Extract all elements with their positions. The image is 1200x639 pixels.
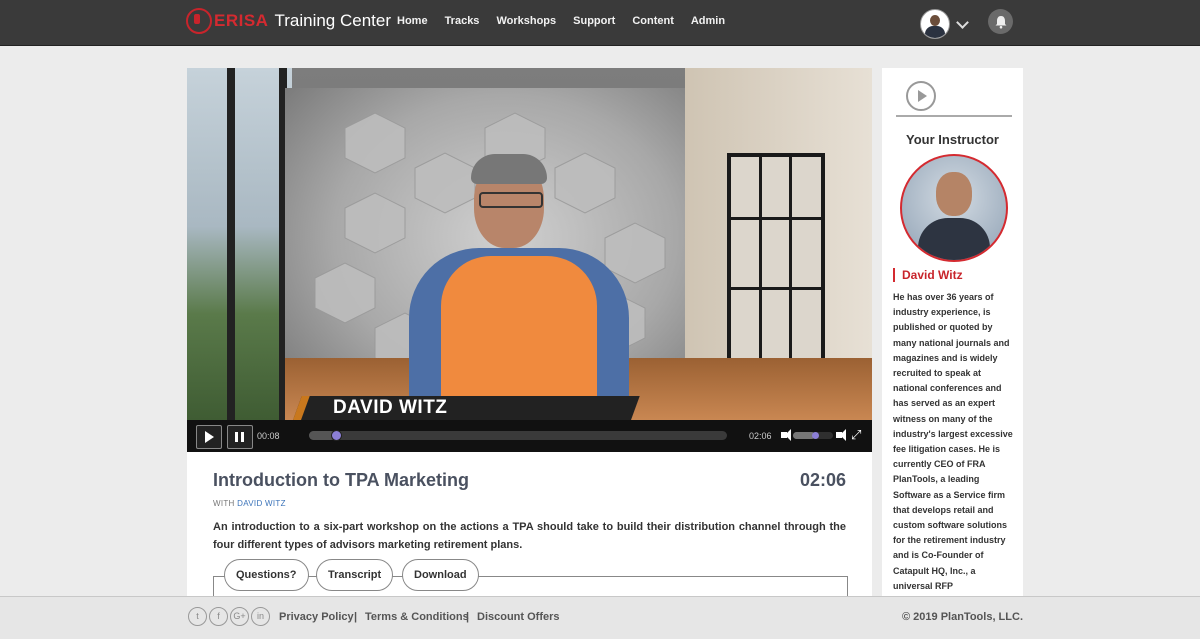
nav-home[interactable]: Home (397, 15, 428, 27)
tab-download[interactable]: Download (402, 559, 479, 591)
lesson-duration: 02:06 (799, 470, 846, 490)
current-time: 00:08 (257, 431, 280, 441)
instructor-name: David Witz (893, 268, 963, 282)
linkedin-icon[interactable]: in (251, 607, 270, 626)
fullscreen-icon[interactable]: ⤢ (851, 428, 863, 441)
seek-handle[interactable] (331, 430, 343, 441)
play-circle-icon[interactable] (906, 81, 936, 111)
footer: t f G+ in Privacy Policy | Terms & Condi… (0, 596, 1200, 639)
main-nav: Home Tracks Workshops Support Content Ad… (397, 15, 725, 27)
chevron-down-icon[interactable] (956, 15, 969, 29)
logo-brand: ERISA (214, 11, 269, 30)
user-menu[interactable] (920, 9, 969, 39)
byline-prefix: WITH (213, 499, 235, 508)
video-frame[interactable]: DAVID WITZ (187, 68, 872, 420)
lesson-title: Introduction to TPA Marketing (213, 470, 469, 490)
video-controls: 00:08 02:06 ⤢ (187, 420, 872, 452)
user-avatar[interactable] (920, 9, 950, 39)
sidebar-divider (896, 115, 1012, 117)
lesson-description: An introduction to a six-part workshop o… (213, 521, 846, 551)
scene-glass-doors (727, 153, 825, 371)
pause-button[interactable] (227, 425, 253, 449)
lesson-byline: WITH DAVID WITZ (213, 499, 286, 508)
tab-transcript[interactable]: Transcript (316, 559, 394, 591)
footer-separator: | (466, 611, 470, 623)
notification-bell-icon[interactable] (988, 9, 1013, 34)
video-player[interactable]: DAVID WITZ 00:08 02:06 ⤢ (187, 68, 872, 452)
top-navbar: ERISA Training Center Home Tracks Worksh… (0, 0, 1200, 46)
footer-separator: | (354, 611, 358, 623)
lower-third-name: DAVID WITZ (333, 397, 448, 418)
twitter-icon[interactable]: t (188, 607, 207, 626)
logo-mark-icon (186, 8, 212, 34)
facebook-icon[interactable]: f (209, 607, 228, 626)
play-button[interactable] (196, 425, 222, 449)
logo-text: Training Center (274, 11, 392, 30)
scene-window (187, 68, 292, 420)
instructor-link[interactable]: DAVID WITZ (237, 499, 286, 508)
nav-content[interactable]: Content (632, 15, 674, 27)
discount-offers-link[interactable]: Discount Offers (477, 611, 560, 623)
nav-workshops[interactable]: Workshops (496, 15, 556, 27)
volume-down-icon[interactable] (781, 429, 791, 441)
nav-admin[interactable]: Admin (691, 15, 725, 27)
presenter (399, 154, 639, 420)
privacy-policy-link[interactable]: Privacy Policy (279, 611, 354, 623)
sidebar-heading: Your Instructor (906, 132, 999, 147)
volume-handle[interactable] (812, 432, 819, 439)
seek-bar[interactable] (309, 430, 727, 441)
nav-tracks[interactable]: Tracks (445, 15, 480, 27)
lesson-details: Introduction to TPA Marketing 02:06 WITH… (187, 452, 872, 597)
googleplus-icon[interactable]: G+ (230, 607, 249, 626)
instructor-sidebar: Your Instructor David Witz He has over 3… (882, 68, 1023, 596)
copyright: © 2019 PlanTools, LLC. (902, 611, 1023, 623)
tab-questions[interactable]: Questions? (224, 559, 309, 591)
nav-support[interactable]: Support (573, 15, 615, 27)
instructor-bio: He has over 36 years of industry experie… (893, 292, 1013, 591)
volume-up-icon[interactable] (836, 429, 846, 441)
duration-time: 02:06 (749, 431, 772, 441)
terms-link[interactable]: Terms & Conditions (365, 611, 469, 623)
play-icon (205, 431, 214, 443)
erisa-logo[interactable]: ERISA Training Center (186, 6, 391, 36)
volume-slider[interactable] (793, 432, 833, 439)
pause-icon (235, 432, 238, 442)
instructor-photo (900, 154, 1008, 262)
